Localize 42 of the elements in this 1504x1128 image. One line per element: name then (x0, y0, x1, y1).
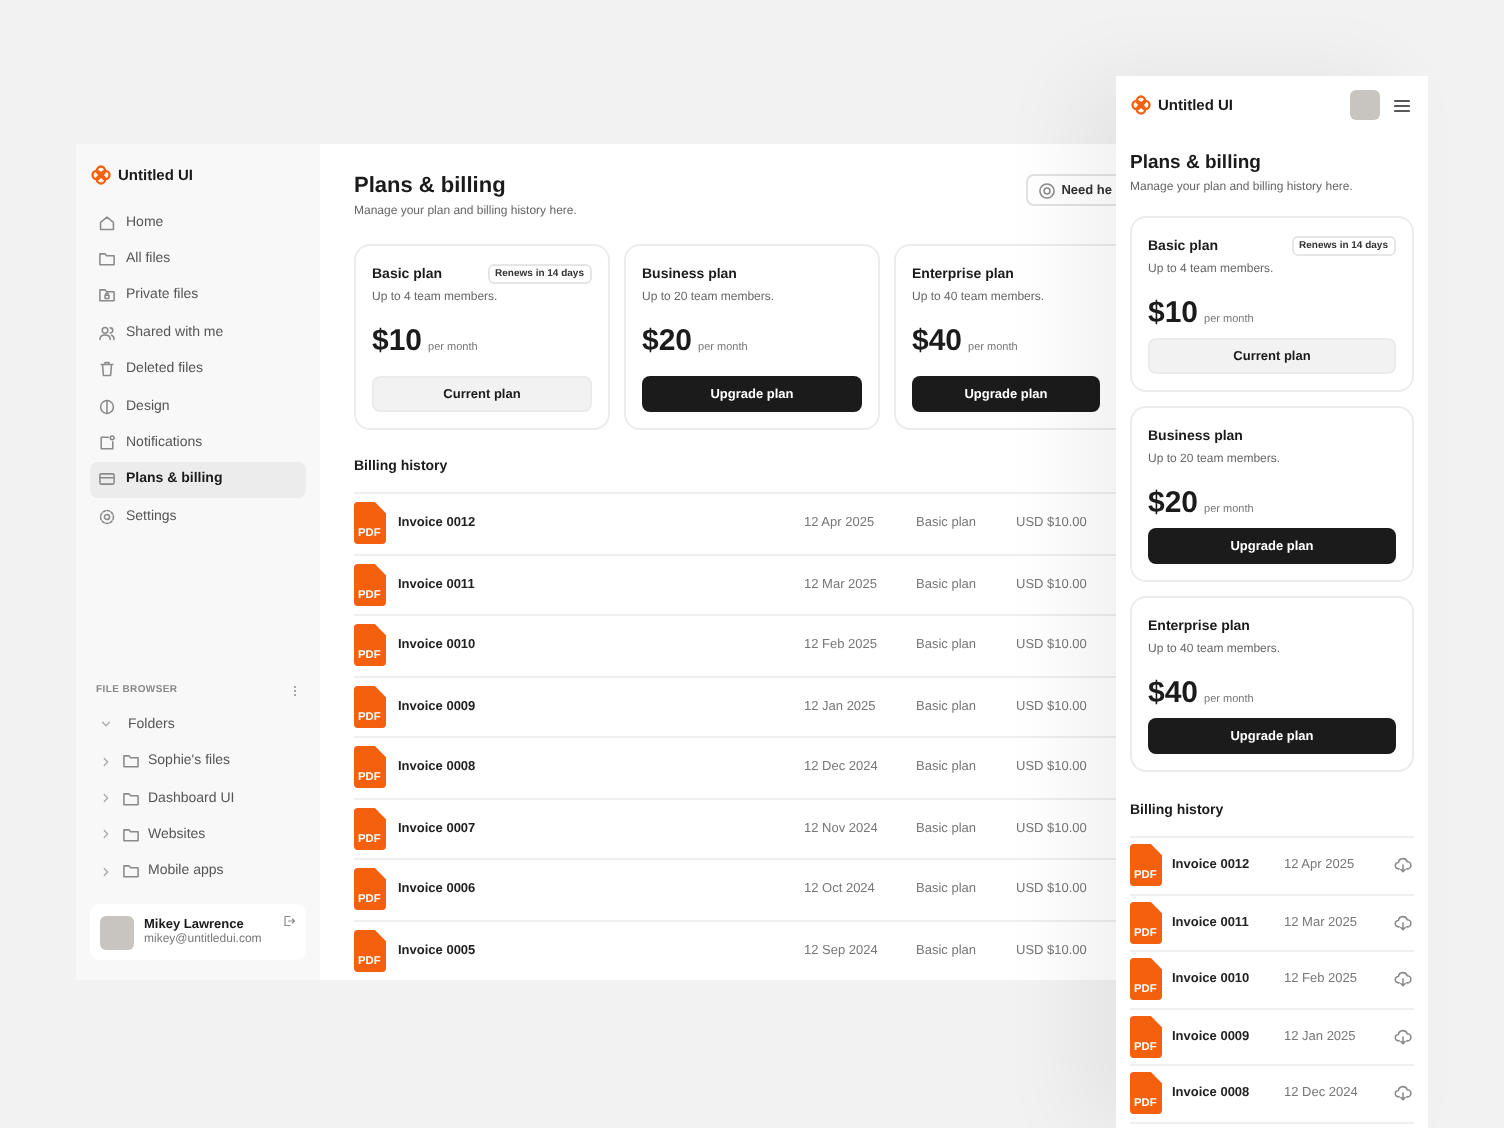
file-icon (354, 502, 386, 545)
file-icon (354, 929, 386, 972)
file-icon (354, 563, 386, 606)
file-icon (1130, 958, 1162, 1001)
home-icon (98, 213, 116, 232)
cloud-download-icon[interactable] (1394, 856, 1412, 875)
logout-icon[interactable] (282, 914, 296, 928)
avatar-placeholder (100, 915, 134, 949)
plan-price: $10 (1148, 296, 1199, 330)
file-icon (354, 685, 386, 728)
plan-price: $40 (912, 324, 963, 358)
file-icon (1130, 1072, 1162, 1115)
file-icon (1130, 1015, 1162, 1058)
plan-price: $10 (372, 324, 423, 358)
menu-icon[interactable] (1392, 95, 1412, 115)
logo-icon (90, 164, 112, 186)
page-title: Plans & billing (354, 174, 508, 198)
settings-icon (98, 507, 116, 526)
cloud-download-icon[interactable] (1394, 913, 1412, 932)
page-title: Plans & billing (1130, 152, 1263, 174)
file-icon (1130, 901, 1162, 944)
folder-lock-icon (98, 286, 116, 305)
cloud-download-icon[interactable] (1394, 1084, 1412, 1103)
logo-icon (1130, 94, 1152, 116)
folder-icon (98, 250, 116, 269)
plan-price: $20 (642, 324, 693, 358)
file-icon (1130, 844, 1162, 887)
circle-half-icon (98, 397, 116, 416)
notification-icon (98, 434, 116, 453)
file-icon (354, 746, 386, 789)
cloud-download-icon[interactable] (1394, 970, 1412, 989)
credit-card-icon (98, 470, 116, 489)
file-icon (354, 868, 386, 911)
plan-price: $40 (1148, 676, 1199, 710)
trash-icon (98, 360, 116, 379)
file-icon (354, 807, 386, 850)
lifebuoy-icon (1037, 181, 1056, 199)
avatar-placeholder (1350, 90, 1380, 120)
cloud-download-icon[interactable] (1394, 1027, 1412, 1046)
plan-price: $20 (1148, 486, 1199, 520)
file-icon (354, 624, 386, 667)
users-icon (98, 323, 116, 342)
